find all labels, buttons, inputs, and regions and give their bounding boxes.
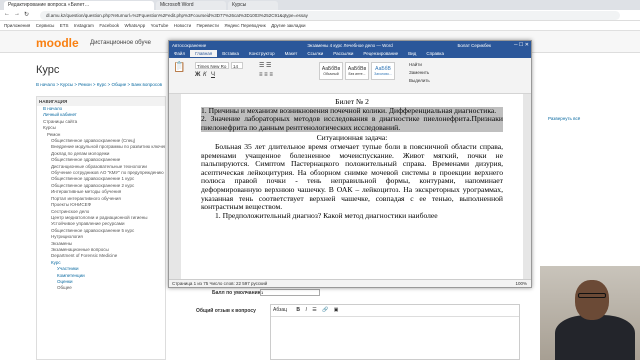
italic-icon[interactable]: К: [203, 72, 207, 78]
bookmark[interactable]: ETS: [60, 23, 69, 28]
default-mark-row: Балл по умолчанию: [212, 289, 320, 296]
word-title-bar: Автосохранение Экзамены 4 курс Лечебное …: [169, 41, 531, 50]
tab-file[interactable]: Файл: [169, 50, 190, 57]
find-button[interactable]: Найти: [409, 62, 422, 67]
replace-button[interactable]: Заменить: [409, 70, 429, 75]
style-normal[interactable]: АаБбВв Обычный: [319, 62, 343, 80]
tab-insert[interactable]: Вставка: [217, 50, 244, 57]
ribbon-tabs: Файл Главная Вставка Конструктор Макет Ссылки…: [169, 50, 531, 58]
bookmark[interactable]: WhatsApp: [124, 23, 145, 28]
tab-review[interactable]: Рецензирование: [358, 50, 403, 57]
bookmark[interactable]: Instagram: [74, 23, 94, 28]
bullets-icon[interactable]: ☰ ☰: [259, 62, 271, 69]
browser-tab-active[interactable]: Редактирование вопроса «Билет…: [4, 1, 154, 10]
task-text: Больная 35 лет длительное время отмечает…: [201, 141, 503, 212]
document-area: Билет № 2 1. Причины и механизм возникно…: [169, 94, 531, 281]
question-2: 2. Значение лабораторных методов исследо…: [201, 114, 503, 133]
address-bar-row: ← → ↻ dl.amu.kz/question/question.php?re…: [0, 10, 640, 21]
italic-icon[interactable]: I: [305, 307, 306, 313]
ribbon: 📋 Times New Ro 14 Ж К Ч ☰ ☰ ≡ ≡ ≡ АаБбВв…: [169, 58, 531, 94]
status-bar: Страница 1 из 75 Число слов: 22 597 русс…: [169, 279, 531, 287]
style-heading[interactable]: АаБбВ Заголово...: [371, 62, 395, 80]
forward-icon[interactable]: →: [14, 11, 20, 17]
paragraph-format-select[interactable]: Абзац: [273, 307, 287, 313]
tab-mailings[interactable]: Рассылки: [328, 50, 358, 57]
image-icon[interactable]: ▣: [334, 307, 339, 313]
presenter-body: [555, 315, 635, 360]
default-mark-input[interactable]: [260, 289, 320, 296]
bold-icon[interactable]: B: [296, 307, 300, 313]
word-window: Автосохранение Экзамены 4 курс Лечебное …: [168, 40, 532, 288]
bookmark[interactable]: Другие закладки: [271, 23, 305, 28]
zoom-level[interactable]: 100%: [515, 281, 527, 286]
bookmarks-bar: Приложения Сервисы ETS Instagram Faceboo…: [0, 21, 640, 31]
browser-tab-strip: Редактирование вопроса «Билет… Microsoft…: [0, 0, 640, 10]
feedback-label: Общий отзыв к вопросу: [196, 308, 256, 314]
feedback-editor[interactable]: Абзац B I ☰ 🔗 ▣: [270, 304, 520, 360]
underline-icon[interactable]: Ч: [211, 72, 215, 78]
editor-toolbar: Абзац B I ☰ 🔗 ▣: [271, 305, 519, 317]
document-page[interactable]: Билет № 2 1. Причины и механизм возникно…: [181, 94, 523, 281]
back-icon[interactable]: ←: [4, 11, 10, 17]
status-text: Страница 1 из 75 Число слов: 22 597 русс…: [172, 281, 268, 286]
window-controls-icon[interactable]: ─ ☐ ✕: [514, 42, 529, 48]
tab-references[interactable]: Ссылки: [302, 50, 328, 57]
font-name-select[interactable]: Times New Ro: [195, 62, 229, 69]
page-title: Курс: [36, 64, 60, 76]
navigation-block: НАВИГАЦИЯ В начало Личный кабинет Страни…: [36, 96, 166, 360]
paste-icon[interactable]: 📋: [173, 62, 185, 73]
bullet-list-icon[interactable]: ☰: [312, 307, 316, 313]
expand-all-link[interactable]: Развернуть всё: [548, 116, 580, 121]
bookmark[interactable]: Яндекс Переводчик: [224, 23, 265, 28]
tab-design[interactable]: Конструктор: [244, 50, 280, 57]
task-question: 1. Предположительный диагноз? Какой мето…: [215, 210, 438, 220]
nav-item[interactable]: Общее: [37, 285, 165, 291]
default-mark-label: Балл по умолчанию: [212, 290, 262, 296]
nav-item[interactable]: Внедрение модульной программы по развити…: [37, 144, 165, 150]
reload-icon[interactable]: ↻: [24, 11, 29, 18]
breadcrumb[interactable]: В начало > Курсы > Ремон > Курс > Общие …: [36, 82, 162, 87]
user-name: Болат Серикбек: [457, 43, 491, 48]
bookmark[interactable]: YouTube: [151, 23, 169, 28]
presenter-glasses: [578, 293, 606, 298]
bookmark[interactable]: Перевести: [197, 23, 219, 28]
font-size-select[interactable]: 14: [231, 62, 243, 69]
moodle-logo[interactable]: moodle: [36, 36, 79, 50]
link-icon[interactable]: 🔗: [322, 307, 328, 313]
presenter-head: [575, 280, 609, 320]
bookmark[interactable]: Новости: [174, 23, 191, 28]
bookmark[interactable]: Сервисы: [36, 23, 55, 28]
browser-tab[interactable]: Курсы: [228, 1, 278, 10]
tab-home[interactable]: Главная: [190, 50, 218, 57]
site-subtitle: Дистанционное обуче: [90, 40, 151, 46]
tab-view[interactable]: Вид: [403, 50, 421, 57]
style-no-spacing[interactable]: АаБбВв Без инте...: [345, 62, 369, 80]
bookmark[interactable]: Facebook: [99, 23, 119, 28]
browser-tab[interactable]: Microsoft Word: [156, 1, 226, 10]
bold-icon[interactable]: Ж: [195, 72, 200, 78]
tab-help[interactable]: Справка: [421, 50, 449, 57]
select-button[interactable]: Выделить: [409, 78, 430, 83]
nav-header: НАВИГАЦИЯ: [37, 97, 165, 106]
align-icon[interactable]: ≡ ≡ ≡: [259, 72, 273, 78]
bookmark[interactable]: Приложения: [4, 23, 30, 28]
url-input[interactable]: dl.amu.kz/question/question.php?returnur…: [40, 11, 620, 20]
tab-layout[interactable]: Макет: [280, 50, 303, 57]
